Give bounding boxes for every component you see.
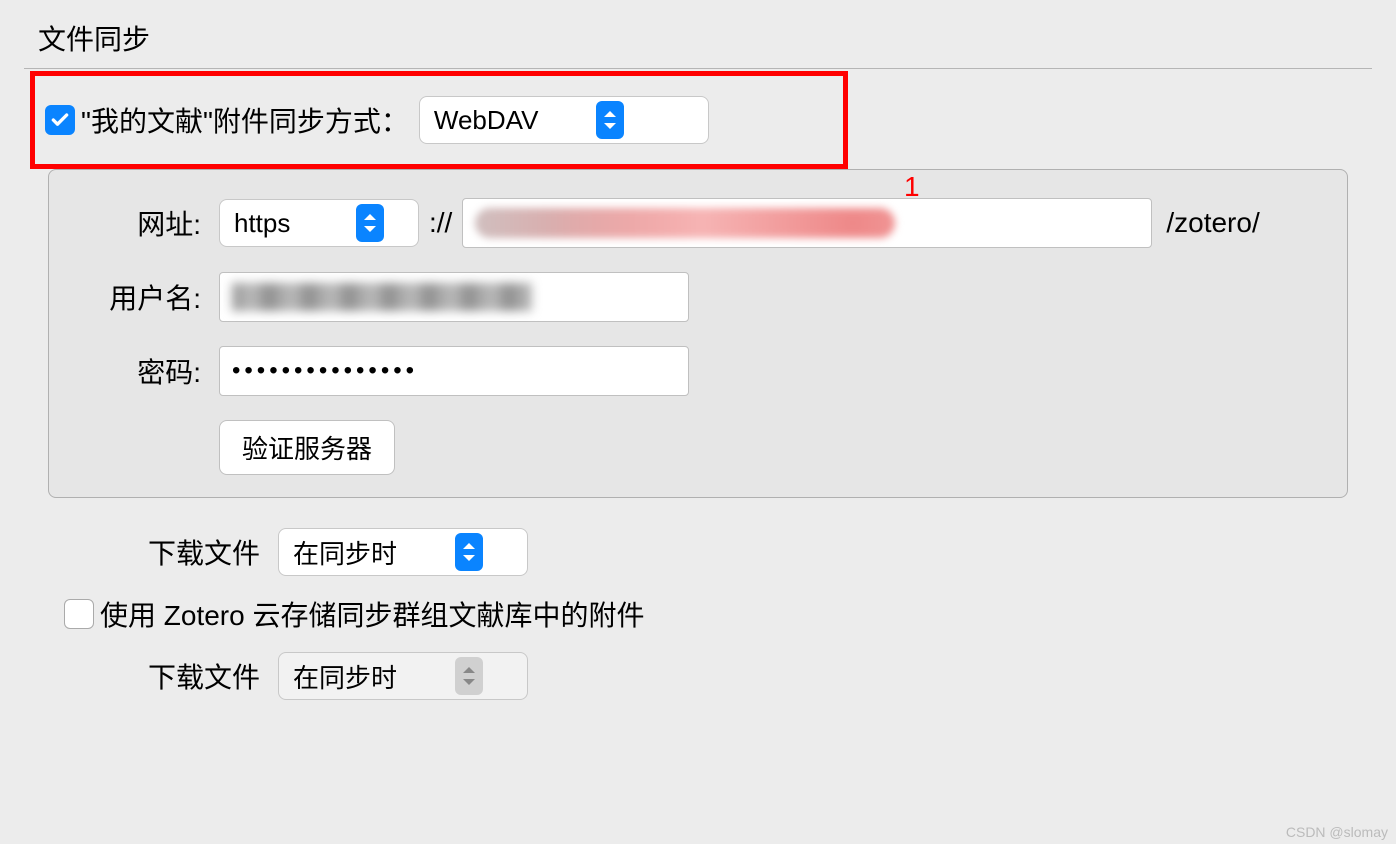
download1-select[interactable]: 在同步时: [278, 528, 528, 576]
password-dots: •••••••••••••••: [232, 357, 418, 385]
url-label: 网址:: [71, 203, 201, 243]
sync-method-checkbox[interactable]: [45, 105, 75, 135]
sync-method-label: "我的文献"附件同步方式：: [81, 100, 409, 140]
url-input[interactable]: [462, 198, 1152, 248]
download2-value: 在同步时: [293, 658, 443, 695]
username-input[interactable]: [219, 272, 689, 322]
sync-method-select[interactable]: WebDAV: [419, 96, 709, 144]
group-sync-label: 使用 Zotero 云存储同步群组文献库中的附件: [100, 594, 644, 634]
sync-method-highlight: "我的文献"附件同步方式： WebDAV: [30, 71, 848, 169]
section-title: 文件同步: [24, 0, 1372, 68]
redacted-url: [475, 208, 895, 238]
redacted-username: [232, 283, 532, 311]
checkmark-icon: [50, 110, 70, 130]
divider: [24, 68, 1372, 69]
verify-server-button[interactable]: 验证服务器: [219, 420, 395, 475]
url-suffix: /zotero/: [1166, 207, 1259, 239]
annotation-number: 1: [904, 171, 920, 203]
updown-icon: [455, 657, 483, 695]
download1-value: 在同步时: [293, 534, 443, 571]
updown-icon: [356, 204, 384, 242]
updown-icon: [596, 101, 624, 139]
download2-select[interactable]: 在同步时: [278, 652, 528, 700]
download2-label: 下载文件: [148, 656, 260, 696]
protocol-value: https: [234, 208, 344, 239]
password-input[interactable]: •••••••••••••••: [219, 346, 689, 396]
sync-method-value: WebDAV: [434, 105, 584, 136]
watermark: CSDN @slomay: [1286, 824, 1388, 840]
username-label: 用户名:: [71, 277, 201, 317]
protocol-select[interactable]: https: [219, 199, 419, 247]
protocol-separator: ://: [429, 207, 452, 239]
webdav-panel: 网址: https :// /zotero/ 用户名: 密码: ••••••••…: [48, 169, 1348, 498]
password-label: 密码:: [71, 351, 201, 391]
updown-icon: [455, 533, 483, 571]
group-sync-checkbox[interactable]: [64, 599, 94, 629]
download1-label: 下载文件: [148, 532, 260, 572]
